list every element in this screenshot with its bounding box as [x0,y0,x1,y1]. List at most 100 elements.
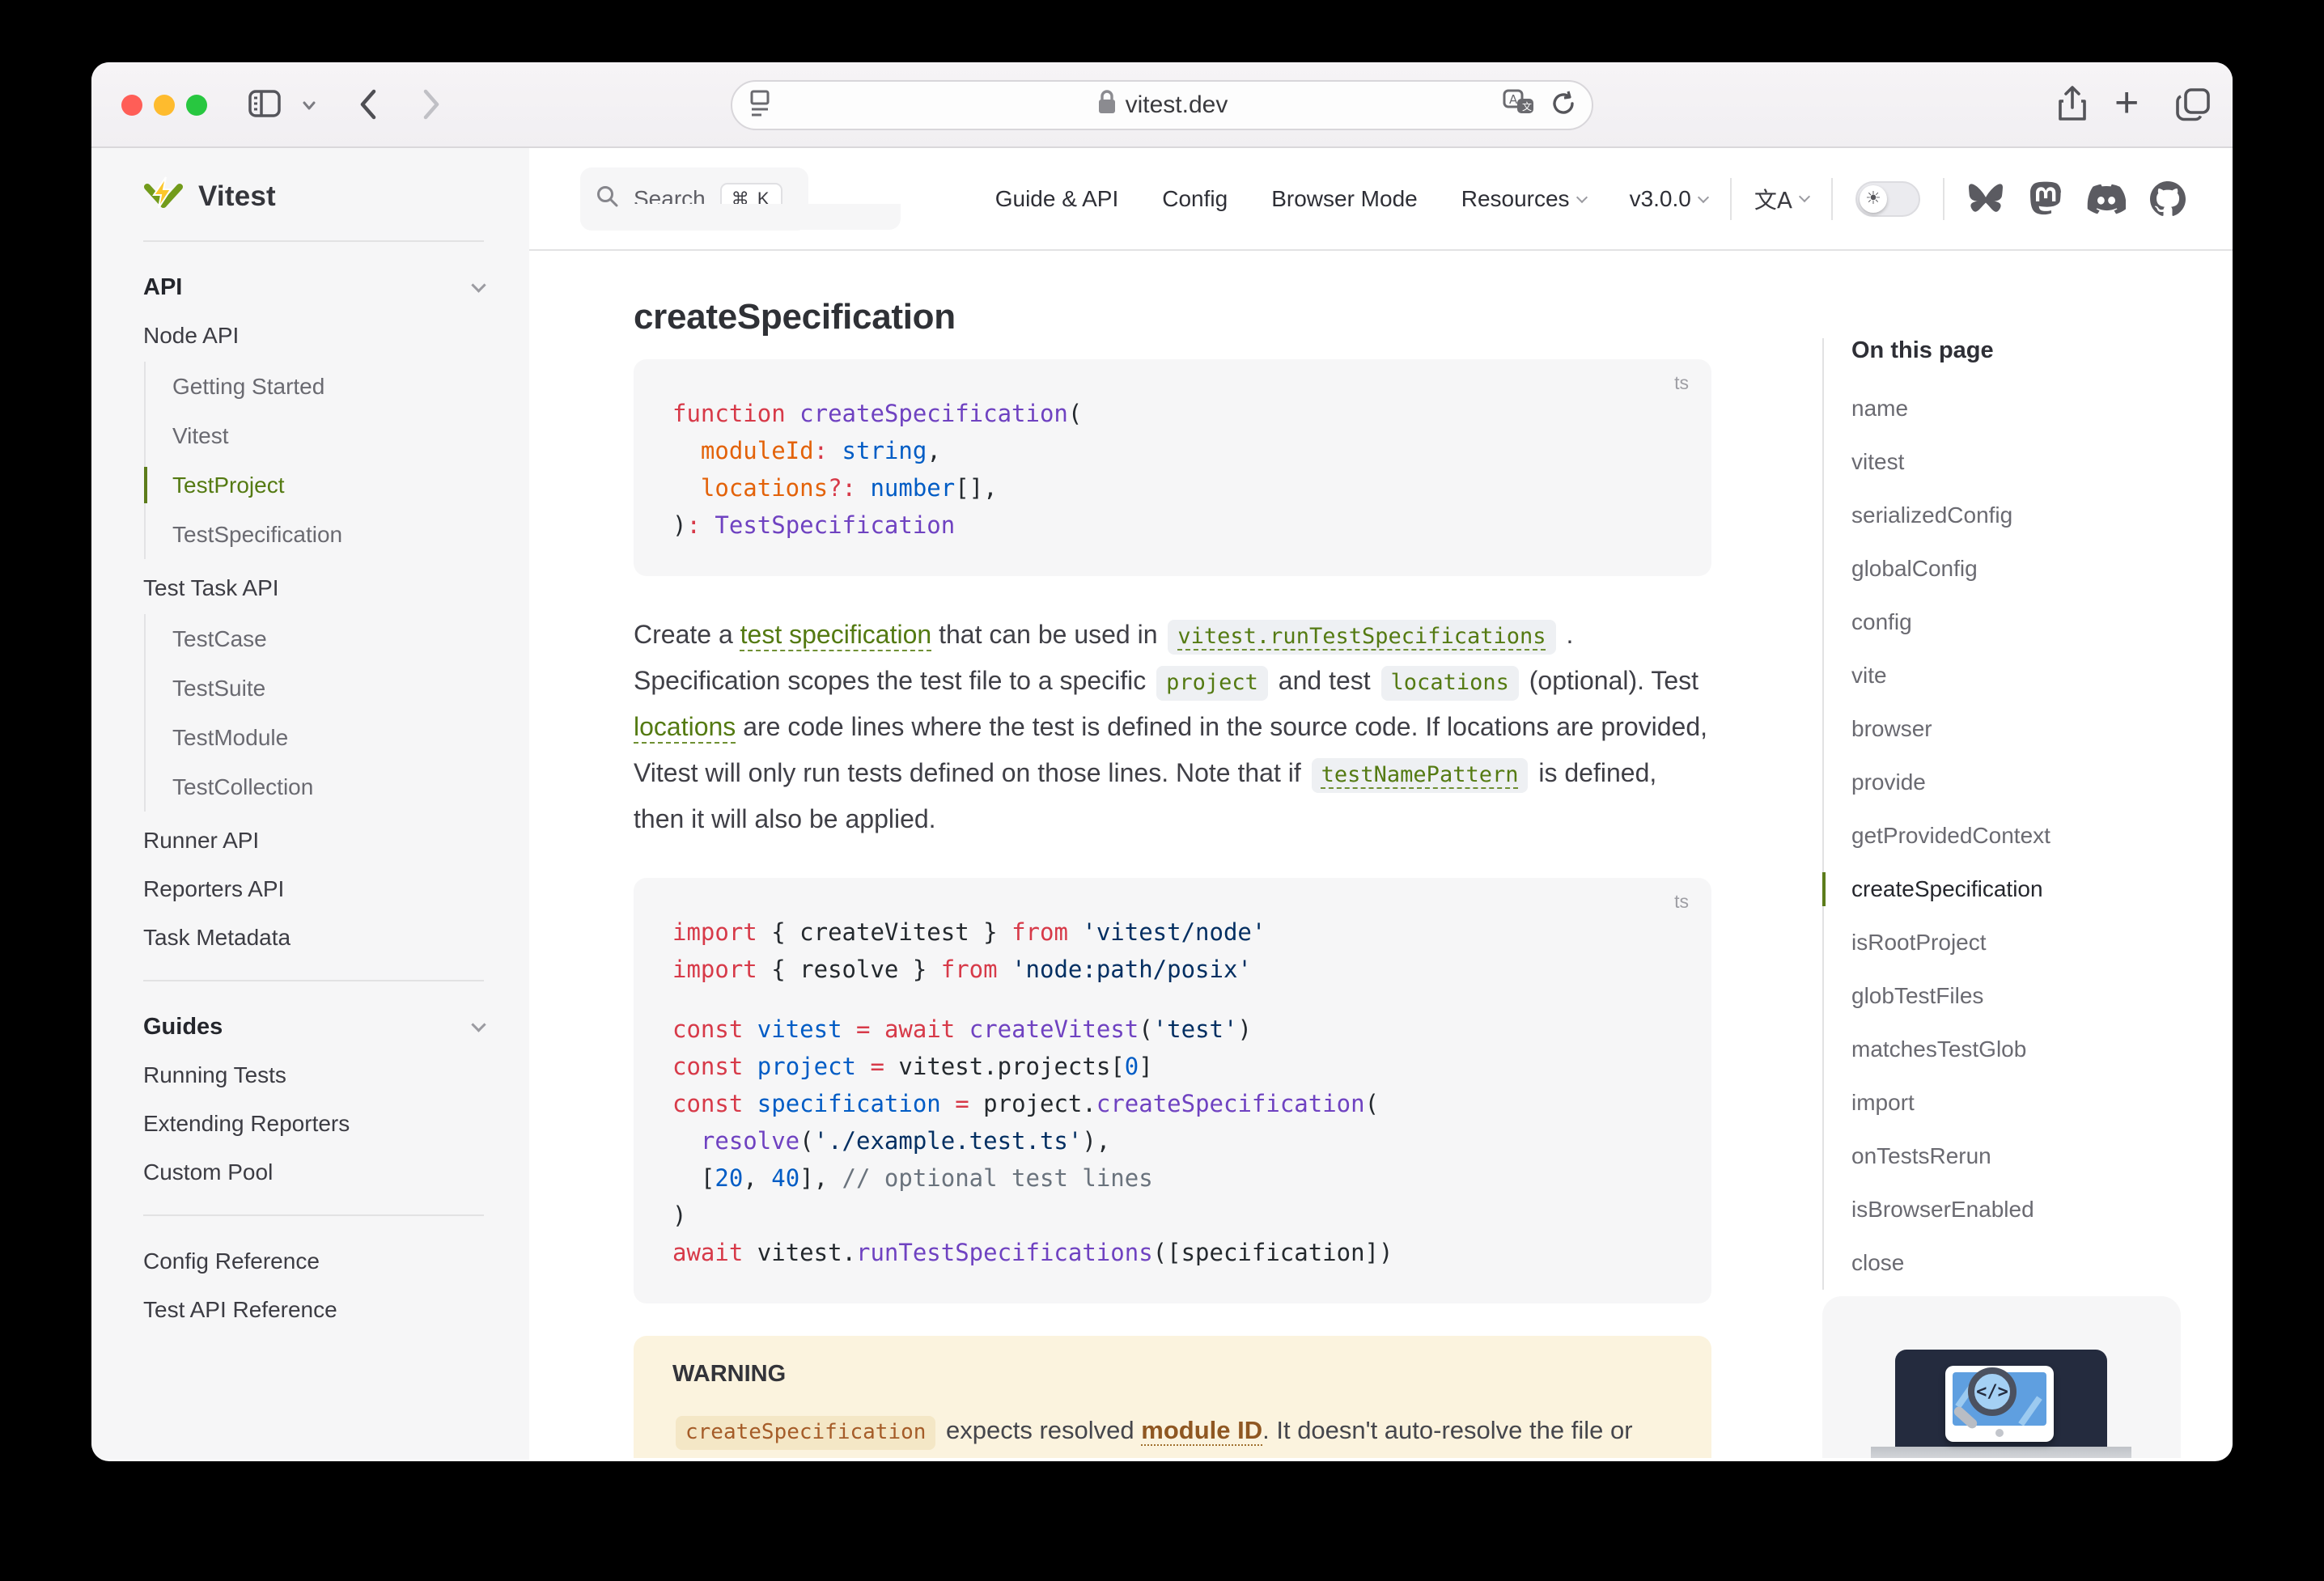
toc-item-provide[interactable]: provide [1851,756,2183,809]
chevron-down-icon [471,278,486,292]
sponsor-card[interactable]: </> [1822,1296,2181,1458]
share-icon[interactable] [2051,83,2093,129]
sidebar-item-getting-started[interactable]: Getting Started [172,362,484,411]
inline-code: createSpecification [676,1416,935,1450]
toc-item-ontestsrerun[interactable]: onTestsRerun [1851,1130,2183,1183]
toc-title: On this page [1851,338,2183,362]
code-line: const project = vitest.projects[0] [672,1048,1673,1085]
nav-link-label: v3.0.0 [1630,186,1691,212]
nav-link-browser-mode[interactable]: Browser Mode [1271,186,1418,212]
nav-link-guide-api[interactable]: Guide & API [995,186,1119,212]
sun-icon: ☀ [1860,185,1887,213]
sidebar-item-testcollection[interactable]: TestCollection [172,762,484,812]
nav-link-config[interactable]: Config [1162,186,1228,212]
language-menu-button[interactable]: 文A [1754,183,1809,215]
toc-item-matchestestglob[interactable]: matchesTestGlob [1851,1023,2183,1076]
browser-toolbar: vitest.dev A文 + [91,62,2233,148]
sidebar-item-node-api[interactable]: Node API [143,312,484,360]
sidebar-item-custom-pool[interactable]: Custom Pool [143,1148,484,1197]
sidebar-toggle-icon[interactable] [244,83,286,129]
theme-toggle[interactable]: ☀ [1855,181,1920,217]
sidebar-item-runner-api[interactable]: Runner API [143,816,484,865]
toc-item-config[interactable]: config [1851,596,2183,649]
toc-item-browser[interactable]: browser [1851,702,2183,756]
forward-button[interactable] [409,83,451,129]
inline-code: locations [1381,666,1519,701]
translate-page-icon[interactable]: A文 [1501,87,1537,124]
mastodon-icon[interactable] [2029,181,2063,217]
monitor-illustration: </> [1945,1366,2054,1442]
github-icon[interactable] [2150,181,2186,217]
inline-code-link-vitest-runtestspecifications[interactable]: vitest.runTestSpecifications [1168,620,1555,655]
toc-item-globalconfig[interactable]: globalConfig [1851,542,2183,596]
sidebar-item-vitest[interactable]: Vitest [172,411,484,460]
toc-list: namevitestserializedConfigglobalConfigco… [1851,382,2183,1290]
code-line [672,988,1673,1011]
sidebar-section-guides[interactable]: Guides [143,1002,484,1051]
toc-item-close[interactable]: close [1851,1236,2183,1290]
sidebar-item-running-tests[interactable]: Running Tests [143,1051,484,1100]
toc-item-vite[interactable]: vite [1851,649,2183,702]
toc-item-getprovidedcontext[interactable]: getProvidedContext [1851,809,2183,863]
toc-item-createspecification[interactable]: createSpecification [1851,863,2183,916]
sidebar-chevron-icon[interactable] [300,96,318,118]
svg-text:文: 文 [1522,100,1532,112]
sidebar-item-testmodule[interactable]: TestModule [172,713,484,762]
sidebar-item-testspecification[interactable]: TestSpecification [172,510,484,559]
code-lang-label: ts [1674,891,1689,913]
toc-item-isbrowserenabled[interactable]: isBrowserEnabled [1851,1183,2183,1236]
new-tab-icon[interactable]: + [2114,82,2139,124]
back-button[interactable] [349,83,391,129]
site-logo[interactable]: Vitest [143,176,484,218]
nav-link-label: Browser Mode [1271,186,1418,212]
doc-link-module-id[interactable]: module ID [1141,1416,1262,1444]
sidebar-item-task-metadata[interactable]: Task Metadata [143,913,484,962]
code-lang-label: ts [1674,372,1689,394]
site-navbar: Search ⌘ K Guide & APIConfigBrowser Mode… [529,148,2233,251]
sidebar-item-testproject[interactable]: TestProject [172,460,484,510]
search-icon [595,184,621,214]
inline-code-link-testnamepattern[interactable]: testNamePattern [1312,758,1529,793]
discord-icon[interactable] [2087,183,2126,215]
doc-link-locations[interactable]: locations [634,712,736,741]
nav-link-resources[interactable]: Resources [1461,186,1586,212]
tabs-overview-icon[interactable] [2173,83,2215,129]
sidebar-item-testsuite[interactable]: TestSuite [172,663,484,713]
sidebar-item-test-api-reference[interactable]: Test API Reference [143,1286,484,1334]
doc-scroll-area[interactable]: createSpecification ts function createSp… [529,251,2233,1458]
toc-item-name[interactable]: name [1851,382,2183,435]
code-block-example: ts import { createVitest } from 'vitest/… [634,878,1711,1303]
doc-link-test-specification[interactable]: test specification [740,620,932,649]
code-line: locations?: number[], [672,469,1673,507]
code-line: const vitest = await createVitest('test'… [672,1011,1673,1048]
divider [143,1214,484,1216]
sidebar-item-extending-reporters[interactable]: Extending Reporters [143,1100,484,1148]
doc-paragraph: Create a test specification that can be … [634,612,1711,842]
toc-item-globtestfiles[interactable]: globTestFiles [1851,969,2183,1023]
divider [1831,178,1833,220]
code-line: ): TestSpecification [672,507,1673,544]
site-title: Vitest [198,180,276,213]
code-content: import { createVitest } from 'vitest/nod… [672,913,1673,1271]
toc-item-serializedconfig[interactable]: serializedConfig [1851,489,2183,542]
sidebar-item-testcase[interactable]: TestCase [172,614,484,663]
nav-link-v3-0-0[interactable]: v3.0.0 [1630,186,1707,212]
sidebar-item-config-reference[interactable]: Config Reference [143,1237,484,1286]
bluesky-icon[interactable] [1967,182,2004,216]
sidebar-item-test-task-api[interactable]: Test Task API [143,564,484,612]
toc-item-vitest[interactable]: vitest [1851,435,2183,489]
code-line: import { createVitest } from 'vitest/nod… [672,913,1673,951]
sidebar-section-api[interactable]: API [143,263,484,312]
zoom-window-button[interactable] [186,95,207,116]
toc-item-isrootproject[interactable]: isRootProject [1851,916,2183,969]
close-window-button[interactable] [121,95,142,116]
sidebar-item-reporters-api[interactable]: Reporters API [143,865,484,913]
chevron-down-icon [1698,191,1709,202]
toc-item-import[interactable]: import [1851,1076,2183,1130]
desktop-background: vitest.dev A文 + [0,0,2324,1581]
address-bar[interactable]: vitest.dev A文 [731,80,1593,130]
reload-icon[interactable] [1548,88,1579,123]
code-line: await vitest.runTestSpecifications([spec… [672,1234,1673,1271]
code-line: [20, 40], // optional test lines [672,1159,1673,1197]
minimize-window-button[interactable] [154,95,175,116]
